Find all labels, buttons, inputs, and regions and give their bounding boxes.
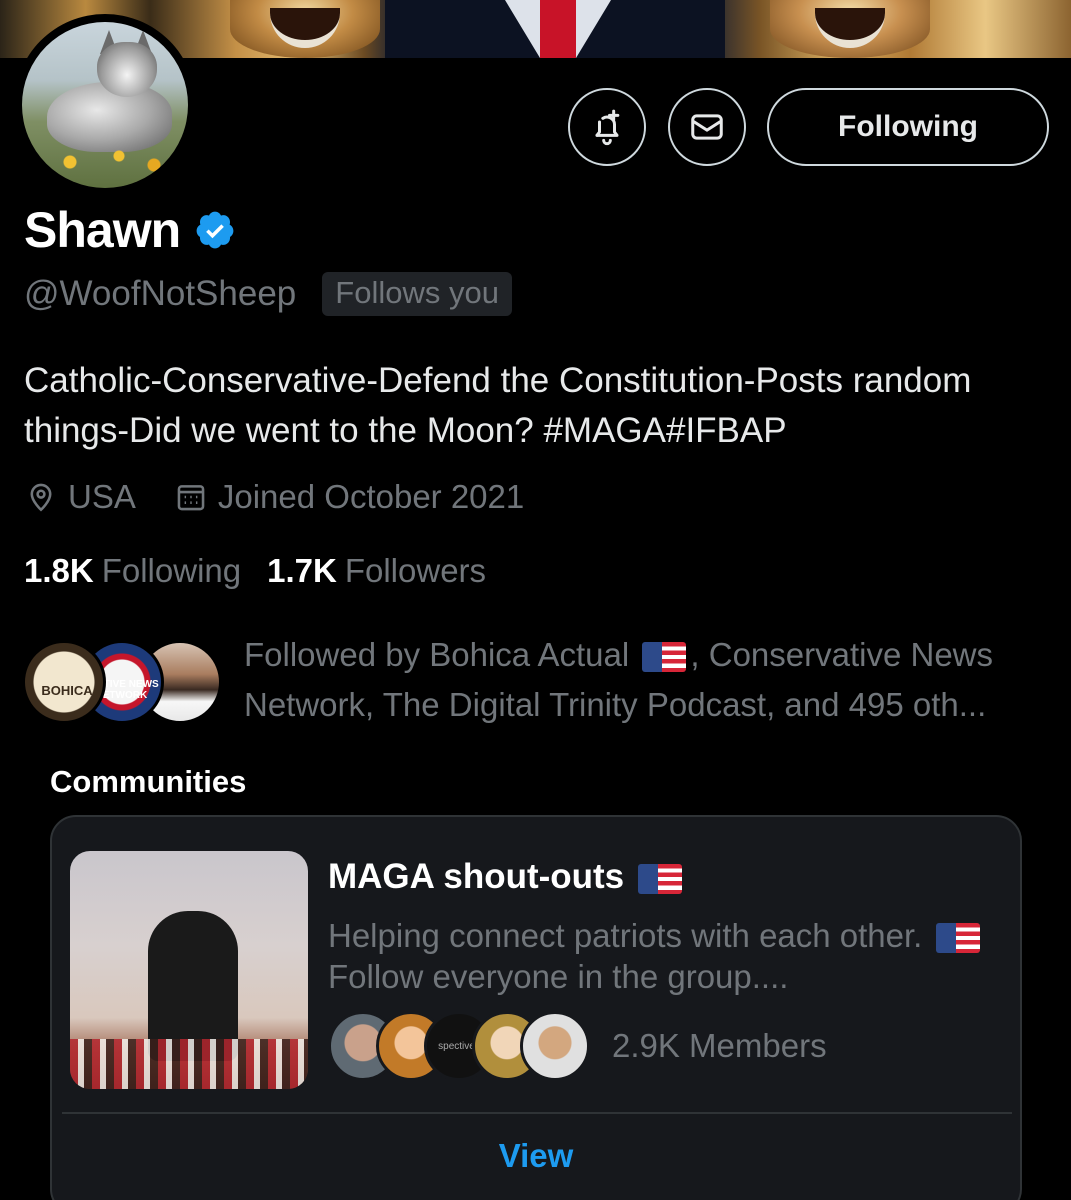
bell-plus-icon [595, 109, 620, 146]
handle-row: @WoofNotSheep Follows you [24, 272, 512, 316]
us-flag-icon [642, 642, 687, 673]
divider [62, 1112, 1012, 1114]
followers-stat-link[interactable]: 1.7K Followers [267, 552, 486, 590]
message-button[interactable] [668, 88, 746, 166]
avatar: BOHICA [22, 640, 106, 724]
followers-label: Followers [344, 552, 487, 589]
profile-avatar[interactable] [14, 14, 196, 196]
location-pin-icon [30, 483, 52, 512]
display-name: Shawn [24, 202, 181, 258]
name-row: Shawn [24, 200, 236, 260]
wolf-image [47, 82, 172, 152]
following-count: 1.8K [24, 552, 94, 589]
profile-bio: Catholic-Conservative-Defend the Constit… [24, 361, 972, 450]
us-flag-icon [935, 923, 980, 954]
joined-text: Joined October 2021 [217, 478, 525, 515]
banner-lion-right [770, 0, 930, 58]
view-community-button[interactable]: View [52, 1137, 1020, 1175]
banner-lion-left [230, 0, 380, 58]
user-handle: @WoofNotSheep [24, 274, 297, 313]
notifications-button[interactable] [568, 88, 646, 166]
community-members: spectives 2.9K Members [328, 1009, 827, 1083]
following-button[interactable]: Following [767, 88, 1049, 166]
us-flag-icon [637, 863, 682, 894]
follows-you-badge: Follows you [322, 272, 512, 316]
follow-stats: 1.8K Following 1.7K Followers [24, 552, 512, 590]
profile-meta: USA Joined October 2021 [24, 478, 562, 516]
community-description: Helping connect patriots with each other… [328, 915, 1008, 997]
avatar [520, 1011, 590, 1081]
location-text: USA [68, 478, 136, 515]
followers-count: 1.7K [267, 552, 337, 589]
members-count: 2.9K Members [612, 1027, 827, 1064]
community-card[interactable]: MAGA shout-outs Helping connect patriots… [50, 815, 1022, 1200]
community-image [70, 851, 308, 1089]
envelope-icon [691, 114, 723, 140]
followed-by-text[interactable]: Followed by Bohica Actual , Conservative… [244, 630, 1059, 730]
calendar-icon [177, 485, 205, 511]
following-stat-link[interactable]: 1.8K Following [24, 552, 241, 590]
following-label: Following [101, 552, 242, 589]
banner-tie [540, 0, 576, 58]
joined-item: Joined October 2021 [174, 478, 524, 516]
community-name: MAGA shout-outs [328, 857, 686, 897]
followed-by-avatars[interactable]: BOHICA VATIVE NEWS ETWORK [22, 640, 222, 726]
verified-badge-icon[interactable] [194, 209, 236, 251]
communities-heading: Communities [50, 764, 247, 799]
location-item: USA [24, 478, 136, 516]
